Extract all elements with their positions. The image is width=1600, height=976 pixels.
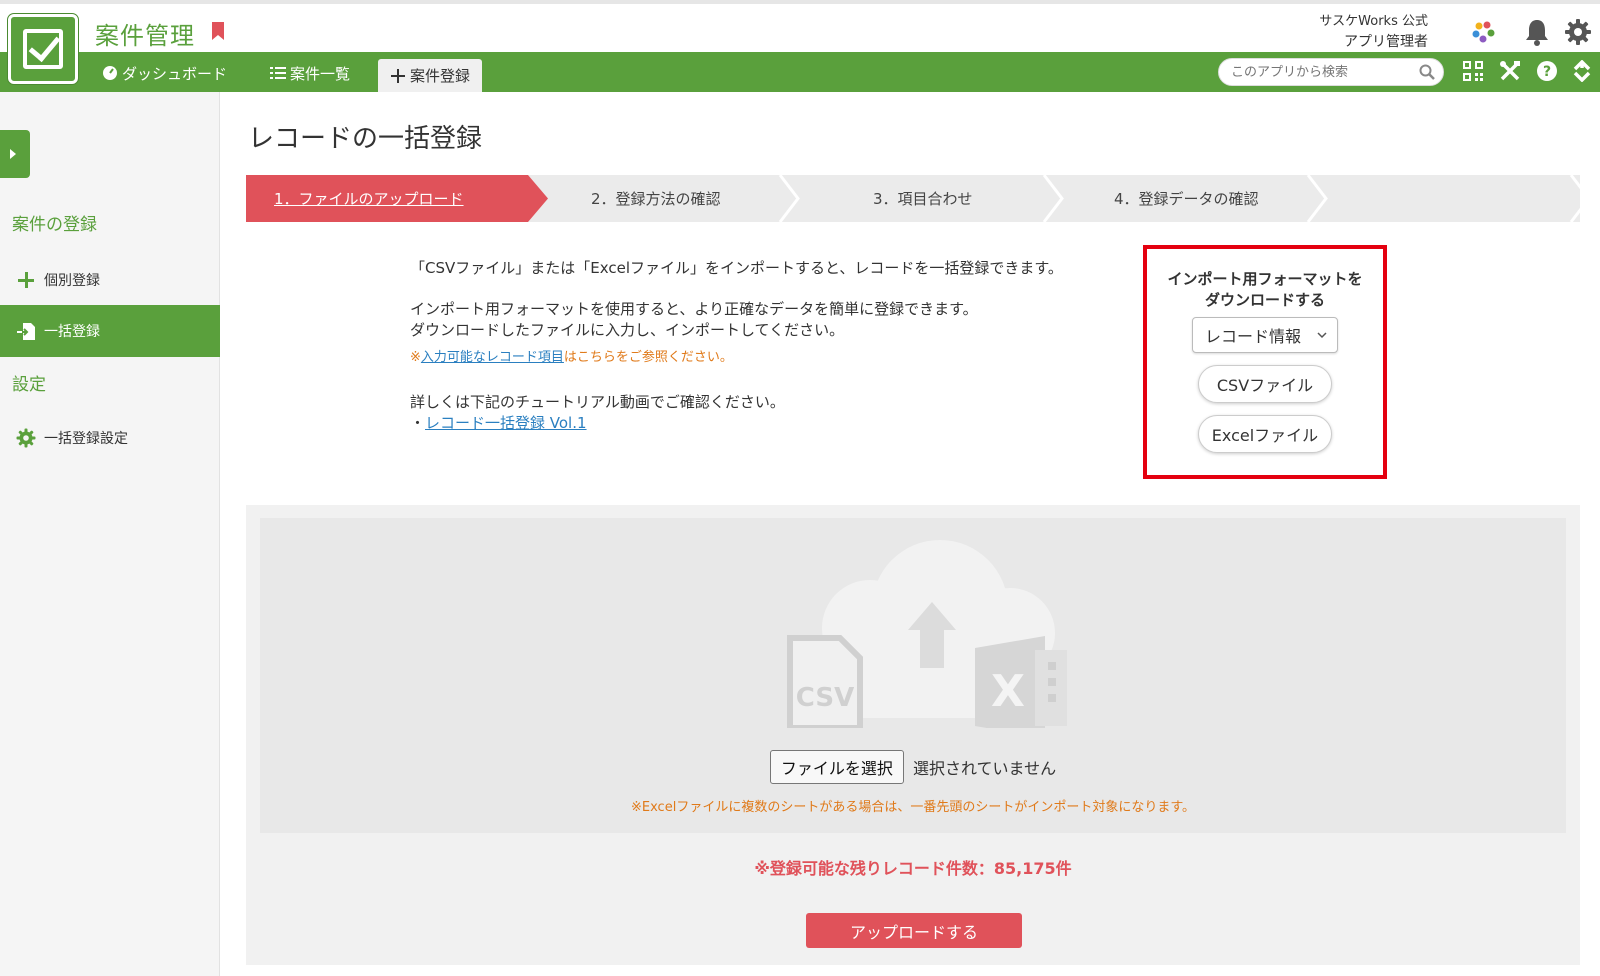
sidebar-item-single[interactable]: 個別登録: [0, 254, 220, 306]
csv-download-button[interactable]: CSVファイル: [1198, 365, 1332, 403]
tutorial-video-link[interactable]: レコード一括登録 Vol.1: [425, 414, 587, 432]
top-header: 案件管理 サスケWorks 公式 アプリ管理者: [0, 0, 1600, 52]
note-prefix: ※: [410, 350, 421, 365]
step-3: 3．項目合わせ: [873, 190, 973, 208]
format-type-select[interactable]: レコード情報: [1192, 317, 1338, 353]
switch-icon[interactable]: [1571, 60, 1593, 82]
format-title-line2: ダウンロードする: [1204, 291, 1325, 309]
csv-icon-label: CSV: [796, 683, 854, 713]
sidebar-heading-register: 案件の登録: [12, 215, 97, 235]
sidebar-item-bulk-settings[interactable]: 一括登録設定: [0, 412, 220, 464]
nav-register[interactable]: 案件登録: [378, 59, 483, 92]
bookmark-icon[interactable]: [212, 22, 224, 40]
upload-button[interactable]: アップロードする: [806, 913, 1022, 948]
step-1[interactable]: 1．ファイルのアップロード: [274, 175, 464, 222]
upload-section: CSV X ファイルを選択 選択されていません ※Excelファイルに複数のシー…: [246, 505, 1580, 965]
excel-sheet-note: ※Excelファイルに複数のシートがある場合は、一番先頭のシートがインポート対象…: [630, 800, 1196, 815]
intro-paragraph-2-line2: ダウンロードしたファイルに入力し、インポートしてください。: [410, 321, 845, 339]
selected-file-status: 選択されていません: [913, 759, 1057, 778]
sidebar: 案件の登録 個別登録 一括登録 設定 一括登録設定: [0, 92, 220, 976]
csv-file-icon: CSV: [787, 635, 863, 728]
svg-text:?: ?: [1543, 64, 1551, 80]
format-title-line1: インポート用フォーマットを: [1167, 270, 1363, 288]
search-box[interactable]: [1218, 58, 1444, 86]
sidebar-item-label: 一括登録: [44, 324, 100, 340]
nav-list[interactable]: 案件一覧: [270, 62, 350, 84]
sidebar-item-label: 一括登録設定: [44, 431, 128, 447]
app-title[interactable]: 案件管理: [95, 16, 195, 51]
nav-dashboard[interactable]: ダッシュボード: [102, 62, 227, 84]
sidebar-toggle-button[interactable]: [0, 130, 30, 178]
step-4: 4．登録データの確認: [1114, 190, 1259, 208]
intro-paragraph-2: インポート用フォーマットを使用すると、より正確なデータを簡単に登録できます。 ダ…: [410, 299, 1100, 341]
nav-bar: ダッシュボード 案件一覧 案件登録 ?: [0, 52, 1600, 92]
file-picker-row: ファイルを選択 選択されていません: [260, 750, 1566, 784]
intro-paragraph-2-line1: インポート用フォーマットを使用すると、より正確なデータを簡単に登録できます。: [410, 300, 978, 318]
remaining-records-count: ※登録可能な残りレコード件数：85,175件: [754, 859, 1072, 878]
search-input[interactable]: [1231, 59, 1411, 85]
tools-icon[interactable]: [1499, 60, 1521, 82]
record-fields-note: ※入力可能なレコード項目はこちらをご参照ください。: [410, 347, 1100, 368]
plus-icon: [391, 68, 405, 83]
note-suffix: はこちらをご参照ください。: [563, 350, 733, 365]
intro-paragraph-1: 「CSVファイル」または「Excelファイル」をインポートすると、レコードを一括…: [410, 259, 1063, 277]
import-file-icon: [17, 323, 35, 340]
record-fields-link[interactable]: 入力可能なレコード項目: [421, 350, 564, 365]
qr-code-icon[interactable]: [1462, 60, 1484, 82]
step-indicator: 1．ファイルのアップロード 2．登録方法の確認 3．項目合わせ 4．登録データの…: [246, 175, 1591, 222]
upload-cloud-illustration: CSV X: [787, 540, 1067, 728]
tutorial-text: 詳しくは下記のチュートリアル動画でご確認ください。: [410, 393, 785, 411]
step-2: 2．登録方法の確認: [591, 190, 721, 208]
excel-icon-label: X: [991, 666, 1025, 717]
nav-dashboard-label: ダッシュボード: [122, 64, 228, 83]
excel-file-icon: X: [975, 636, 1067, 728]
plus-icon: [18, 272, 34, 288]
page-title: レコードの一括登録: [248, 124, 483, 154]
sidebar-heading-settings: 設定: [12, 375, 46, 395]
gear-icon: [16, 428, 36, 448]
excel-download-button[interactable]: Excelファイル: [1198, 415, 1332, 453]
intro-text: 「CSVファイル」または「Excelファイル」をインポートすると、レコードを一括…: [410, 258, 1100, 454]
file-drop-zone[interactable]: CSV X ファイルを選択 選択されていません ※Excelファイルに複数のシー…: [260, 518, 1566, 833]
app-logo[interactable]: [8, 14, 78, 84]
list-icon: [270, 67, 286, 79]
step-separator: [1042, 175, 1064, 222]
step-separator: [778, 175, 800, 222]
help-icon[interactable]: ?: [1536, 60, 1558, 82]
org-name: サスケWorks 公式: [1319, 14, 1428, 29]
bullet: ・: [410, 414, 426, 432]
app-switcher-icon[interactable]: [1470, 20, 1498, 44]
gear-icon[interactable]: [1564, 18, 1592, 46]
format-download-panel: インポート用フォーマットを ダウンロードする レコード情報 CSVファイル Ex…: [1143, 245, 1387, 479]
nav-register-label: 案件登録: [410, 67, 471, 85]
nav-list-label: 案件一覧: [290, 64, 351, 83]
sidebar-item-label: 個別登録: [44, 273, 100, 289]
choose-file-button[interactable]: ファイルを選択: [769, 750, 904, 784]
step-separator: [1306, 175, 1328, 222]
dashboard-icon: [103, 66, 117, 80]
intro-paragraph-3: 詳しくは下記のチュートリアル動画でご確認ください。 ・レコード一括登録 Vol.…: [410, 392, 1100, 434]
bell-icon[interactable]: [1524, 18, 1550, 46]
format-download-title: インポート用フォーマットを ダウンロードする: [1147, 269, 1383, 311]
step-separator: [1569, 175, 1591, 222]
sidebar-item-bulk[interactable]: 一括登録: [0, 305, 220, 357]
chevron-down-icon: [1317, 332, 1327, 339]
search-icon[interactable]: [1419, 64, 1435, 80]
user-name: アプリ管理者: [1344, 34, 1428, 50]
format-type-value: レコード情報: [1205, 327, 1302, 346]
user-info[interactable]: サスケWorks 公式 アプリ管理者: [1319, 12, 1428, 52]
